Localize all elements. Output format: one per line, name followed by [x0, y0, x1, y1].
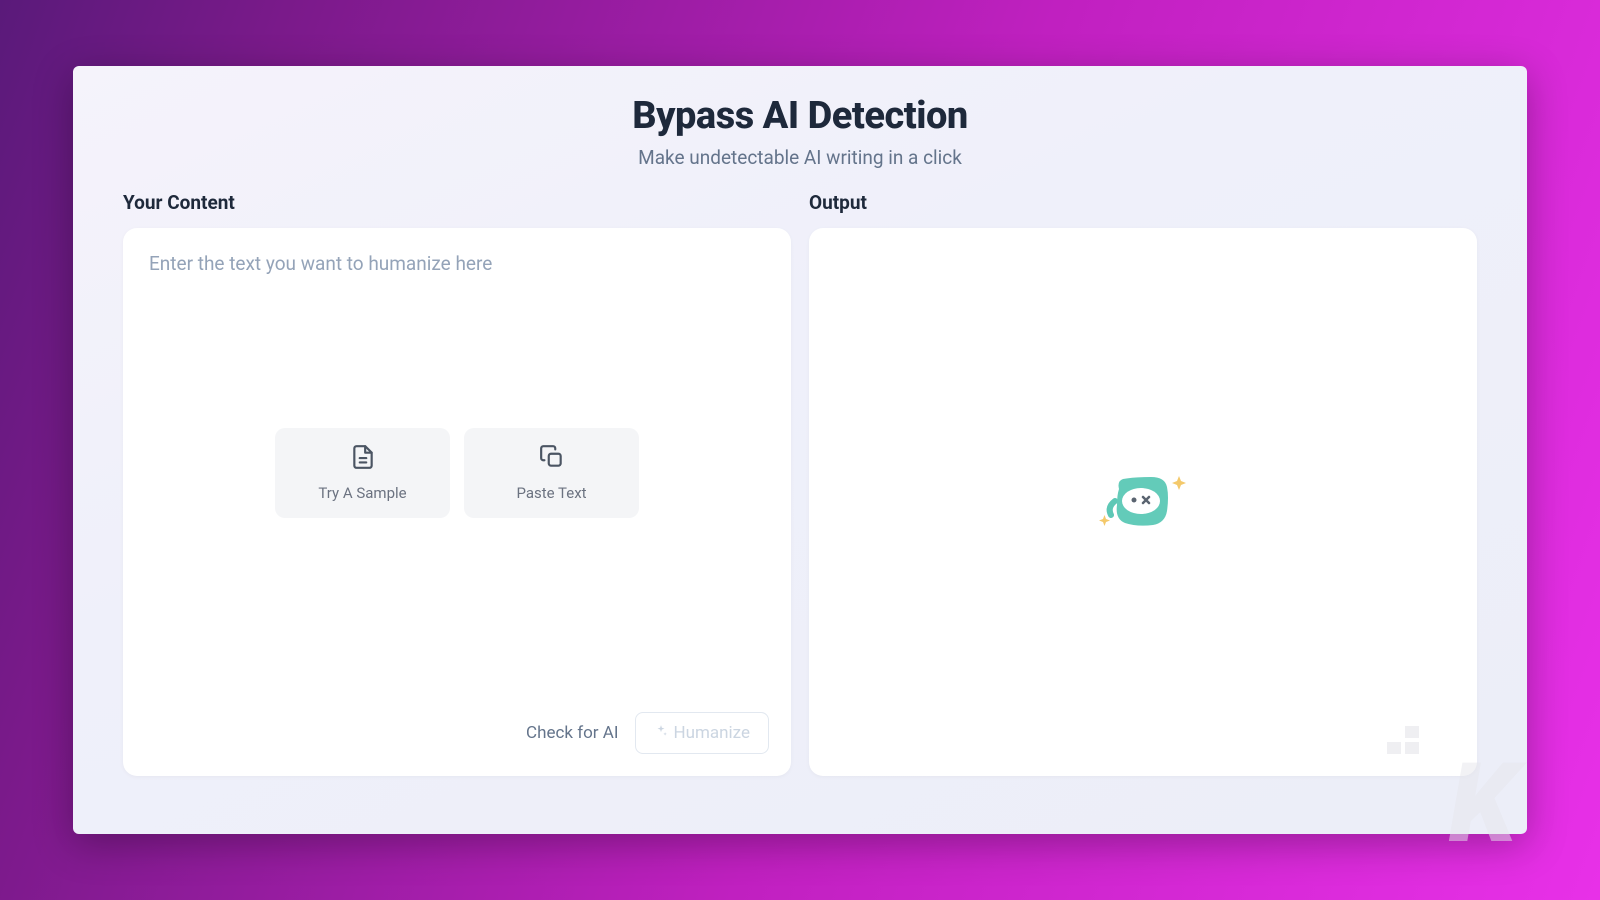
watermark-dots [1387, 726, 1419, 754]
input-column: Your Content Try A Sample [123, 191, 791, 776]
page-subtitle: Make undetectable AI writing in a click [123, 146, 1477, 169]
input-label: Your Content [123, 191, 791, 214]
document-icon [350, 444, 376, 474]
humanize-button[interactable]: Humanize [635, 712, 770, 754]
output-panel [809, 228, 1477, 776]
output-label: Output [809, 191, 1477, 214]
copy-icon [539, 444, 565, 474]
humanize-label: Humanize [674, 723, 751, 743]
output-column: Output [809, 191, 1477, 776]
app-panel: Bypass AI Detection Make undetectable AI… [73, 66, 1527, 834]
bottom-actions: Check for AI Humanize [526, 712, 769, 754]
columns: Your Content Try A Sample [123, 191, 1477, 776]
check-for-ai-link[interactable]: Check for AI [526, 723, 618, 743]
try-sample-button[interactable]: Try A Sample [275, 428, 450, 518]
try-sample-label: Try A Sample [318, 484, 406, 502]
input-panel: Try A Sample Paste Text Check for AI [123, 228, 791, 776]
page-title: Bypass AI Detection [123, 94, 1477, 138]
paste-text-button[interactable]: Paste Text [464, 428, 639, 518]
paste-text-label: Paste Text [516, 484, 586, 502]
sparkle-icon [654, 723, 668, 743]
bot-illustration-icon [1093, 467, 1193, 537]
quick-actions: Try A Sample Paste Text [275, 428, 639, 518]
header: Bypass AI Detection Make undetectable AI… [123, 94, 1477, 169]
